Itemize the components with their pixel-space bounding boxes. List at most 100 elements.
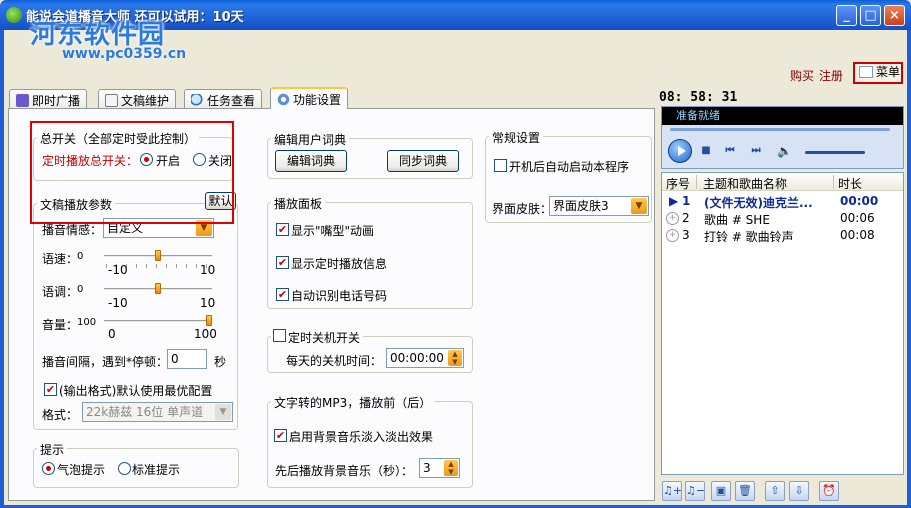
volume-slider[interactable] xyxy=(206,315,212,326)
tab-label: 文稿维护 xyxy=(121,94,170,108)
tab-label: 任务查看 xyxy=(207,94,256,108)
speed-min: -10 xyxy=(108,263,128,277)
column-title[interactable]: 主题和歌曲名称 xyxy=(703,175,787,192)
skin-select[interactable]: 界面皮肤3 ▼ xyxy=(549,196,649,216)
move-up-icon[interactable]: ⇧ xyxy=(765,481,785,501)
previous-icon[interactable]: ⏮ xyxy=(724,145,736,157)
pitch-min: -10 xyxy=(108,296,128,310)
interval-input[interactable]: 0 xyxy=(167,349,207,369)
speed-max: 10 xyxy=(200,263,216,277)
bg-music-value: 3 xyxy=(423,461,431,475)
delete-icon[interactable]: 🗑 xyxy=(735,481,755,501)
show-schedule-info-label: 显示定时播放信息 xyxy=(291,257,388,271)
gear-icon xyxy=(277,93,290,106)
player-status: 准备就绪 xyxy=(662,107,903,125)
highlight-box xyxy=(30,121,234,224)
close-button[interactable]: × xyxy=(884,5,905,26)
pitch-max: 10 xyxy=(200,296,216,310)
pitch-slider[interactable] xyxy=(155,283,161,294)
interval-label: 播音间隔，遇到*停顿： xyxy=(42,355,169,369)
watermark-url: www.pc0359.cn xyxy=(62,46,187,62)
add-folder-icon[interactable]: ▣ xyxy=(711,481,731,501)
move-down-icon[interactable]: ⇩ xyxy=(789,481,809,501)
row-duration: 00:00 xyxy=(840,194,879,208)
column-duration[interactable]: 时长 xyxy=(838,175,862,192)
format-label: 格式： xyxy=(42,408,79,422)
phone-recognition-label: 自动识别电话号码 xyxy=(291,289,388,303)
row-index: 3 xyxy=(682,228,690,242)
column-index[interactable]: 序号 xyxy=(666,175,690,192)
row-title: (文件无效)迪克兰... xyxy=(704,196,813,210)
row-duration: 00:08 xyxy=(840,228,875,242)
bg-music-input[interactable]: 3 ▲ ▼ xyxy=(419,458,460,478)
speed-slider[interactable] xyxy=(155,250,161,261)
show-schedule-info-checkbox[interactable]: ✔ xyxy=(276,256,289,269)
spinner-icon[interactable]: ▲ ▼ xyxy=(444,460,458,476)
mouth-animation-checkbox[interactable]: ✔ xyxy=(276,223,289,236)
playlist-row[interactable]: ▶ 1 (文件无效)迪克兰... 00:00 xyxy=(662,193,903,210)
play-button[interactable] xyxy=(668,139,692,163)
sync-dictionary-button[interactable]: 同步词典 xyxy=(387,150,459,172)
shutdown-time-label: 每天的关机时间： xyxy=(286,354,383,368)
general-legend: 常规设置 xyxy=(489,129,544,146)
shutdown-time-input[interactable]: 00:00:00 ▲ ▼ xyxy=(386,348,464,368)
minimize-button[interactable]: _ xyxy=(836,5,857,26)
tab-settings[interactable]: 功能设置 xyxy=(270,87,349,109)
app-icon xyxy=(6,7,22,23)
dictionary-legend: 编辑用户词典 xyxy=(271,131,350,148)
buy-link[interactable]: 购买 xyxy=(790,67,814,84)
fade-label: 启用背景音乐淡入淡出效果 xyxy=(289,430,434,444)
broadcast-icon xyxy=(16,94,29,107)
tab-label: 功能设置 xyxy=(293,93,342,107)
clock-icon: + xyxy=(666,229,679,242)
output-format-checkbox[interactable]: ✔ xyxy=(44,383,57,396)
volume-track xyxy=(104,320,212,323)
window-frame-right xyxy=(907,30,911,508)
playlist-toolbar: ♫+ ♫− ▣ 🗑 ⇧ ⇩ ⏰ xyxy=(661,479,904,503)
bg-music-label: 先后播放背景音乐（秒）： xyxy=(275,464,414,478)
speaker-icon[interactable]: 🔈 xyxy=(777,145,792,157)
playlist: 序号 主题和歌曲名称 时长 ▶ 1 (文件无效)迪克兰... 00:00 + 2… xyxy=(661,172,904,475)
window-frame-left xyxy=(0,30,4,508)
row-title: 打铃 # 歌曲铃声 xyxy=(704,230,794,244)
format-select[interactable]: 22k赫兹 16位 单声道 ▼ xyxy=(82,402,233,422)
format-value: 22k赫兹 16位 单声道 xyxy=(86,405,204,419)
edit-dictionary-button[interactable]: 编辑词典 xyxy=(275,150,347,172)
tab-documents[interactable]: 文稿维护 xyxy=(98,89,177,109)
interval-unit: 秒 xyxy=(214,355,227,369)
spinner-icon[interactable]: ▲ ▼ xyxy=(448,350,462,366)
speed-value: 0 xyxy=(77,251,84,262)
menu-label: 菜单 xyxy=(876,65,901,79)
register-link[interactable]: 注册 xyxy=(819,67,843,84)
alarm-clock-icon[interactable]: ⏰ xyxy=(819,481,839,501)
play-panel-legend: 播放面板 xyxy=(271,195,326,212)
tab-label: 即时广播 xyxy=(32,94,81,108)
stop-icon[interactable]: ■ xyxy=(700,145,712,157)
standard-tips-radio[interactable] xyxy=(118,462,131,475)
tab-broadcast[interactable]: 即时广播 xyxy=(9,89,88,109)
menu-button[interactable]: 菜单 xyxy=(853,62,903,84)
bubble-tips-radio[interactable] xyxy=(42,462,55,475)
playlist-row[interactable]: + 3 打铃 # 歌曲铃声 00:08 xyxy=(662,227,903,244)
volume-label: 音量： xyxy=(42,318,79,332)
add-music-icon[interactable]: ♫+ xyxy=(662,481,682,501)
menu-icon xyxy=(859,66,873,78)
pitch-label: 语调： xyxy=(42,285,79,299)
next-icon[interactable]: ⏭ xyxy=(750,145,762,157)
chevron-down-icon: ▼ xyxy=(631,198,647,214)
remove-music-icon[interactable]: ♫− xyxy=(685,481,705,501)
playlist-row[interactable]: + 2 歌曲 # SHE 00:06 xyxy=(662,210,903,227)
maximize-button[interactable]: □ xyxy=(860,5,881,26)
seek-bar[interactable] xyxy=(670,128,890,131)
row-index: 1 xyxy=(682,194,691,208)
phone-recognition-checkbox[interactable]: ✔ xyxy=(276,288,289,301)
output-format-label: (输出格式)默认使用最优配置 xyxy=(59,384,213,398)
shutdown-checkbox[interactable] xyxy=(273,329,286,342)
volume-bar[interactable] xyxy=(805,151,865,154)
fade-checkbox[interactable]: ✔ xyxy=(274,429,287,442)
row-duration: 00:06 xyxy=(840,211,875,225)
clock-icon: + xyxy=(666,212,679,225)
tab-tasks[interactable]: 任务查看 xyxy=(184,89,263,109)
autostart-checkbox[interactable] xyxy=(494,159,507,172)
volume-min: 0 xyxy=(108,327,116,341)
